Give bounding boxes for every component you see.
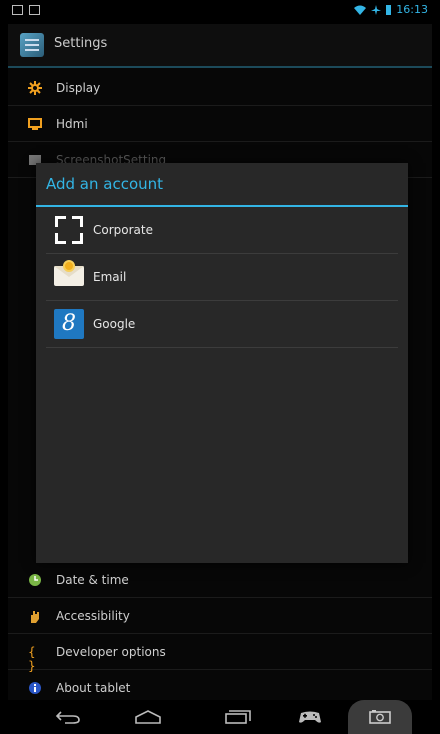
info-icon: [29, 681, 41, 694]
wifi-icon: [354, 5, 367, 15]
recents-button[interactable]: [208, 700, 268, 734]
settings-item-label: About tablet: [56, 680, 131, 695]
settings-app-icon[interactable]: [20, 33, 44, 57]
screenshot-camera-icon: [369, 710, 391, 724]
airplane-icon: [371, 4, 382, 15]
status-time: 16:13: [396, 3, 428, 16]
home-icon: [135, 710, 161, 724]
page-title: Settings: [54, 36, 108, 51]
settings-item-hdmi[interactable]: Hdmi: [8, 106, 432, 142]
image-notification-icon: [12, 5, 23, 15]
account-option-label: Google: [93, 317, 136, 331]
settings-item-accessibility[interactable]: Accessibility: [8, 598, 432, 634]
account-option-label: Corporate: [93, 223, 153, 237]
status-bar: 16:13: [8, 0, 432, 24]
add-account-dialog: Add an account Corporate Email 8 Google: [36, 163, 408, 563]
settings-list-bottom: Date & time Accessibility { } Developer …: [8, 562, 432, 706]
back-button[interactable]: [38, 700, 98, 734]
settings-item-label: Accessibility: [56, 608, 130, 623]
hand-icon: [31, 610, 39, 623]
settings-item-display[interactable]: Display: [8, 70, 432, 106]
braces-icon: { }: [28, 644, 36, 673]
android-screen: 16:13 Settings Display Hdmi ScreenshotSe…: [8, 0, 432, 734]
display-gear-icon: [28, 80, 42, 95]
dialog-title: Add an account: [36, 163, 408, 207]
gamepad-button[interactable]: [280, 700, 340, 734]
account-option-email[interactable]: Email: [46, 254, 398, 301]
screenshot-button[interactable]: [348, 700, 412, 734]
bag-notification-icon: [29, 5, 40, 15]
back-icon: [55, 711, 80, 724]
action-bar: Settings: [8, 24, 432, 68]
clock-icon: [29, 573, 41, 586]
settings-item-label: Hdmi: [56, 116, 88, 131]
settings-item-label: Date & time: [56, 572, 129, 587]
settings-item-label: Developer options: [56, 644, 166, 659]
navigation-bar: [8, 700, 432, 734]
settings-list: Display Hdmi ScreenshotSetting: [8, 70, 432, 178]
email-icon: [54, 260, 84, 286]
recents-icon: [225, 710, 251, 724]
settings-item-date-time[interactable]: Date & time: [8, 562, 432, 598]
home-button[interactable]: [118, 700, 178, 734]
settings-item-label: Display: [56, 80, 101, 95]
account-option-corporate[interactable]: Corporate: [46, 207, 398, 254]
battery-icon: [386, 4, 392, 15]
google-icon: 8: [54, 309, 84, 339]
hdmi-monitor-icon: [28, 117, 42, 130]
account-option-label: Email: [93, 270, 127, 284]
account-option-google[interactable]: 8 Google: [46, 301, 398, 348]
settings-item-developer-options[interactable]: { } Developer options: [8, 634, 432, 673]
corporate-icon: [54, 215, 84, 245]
gamepad-icon: [299, 711, 321, 723]
